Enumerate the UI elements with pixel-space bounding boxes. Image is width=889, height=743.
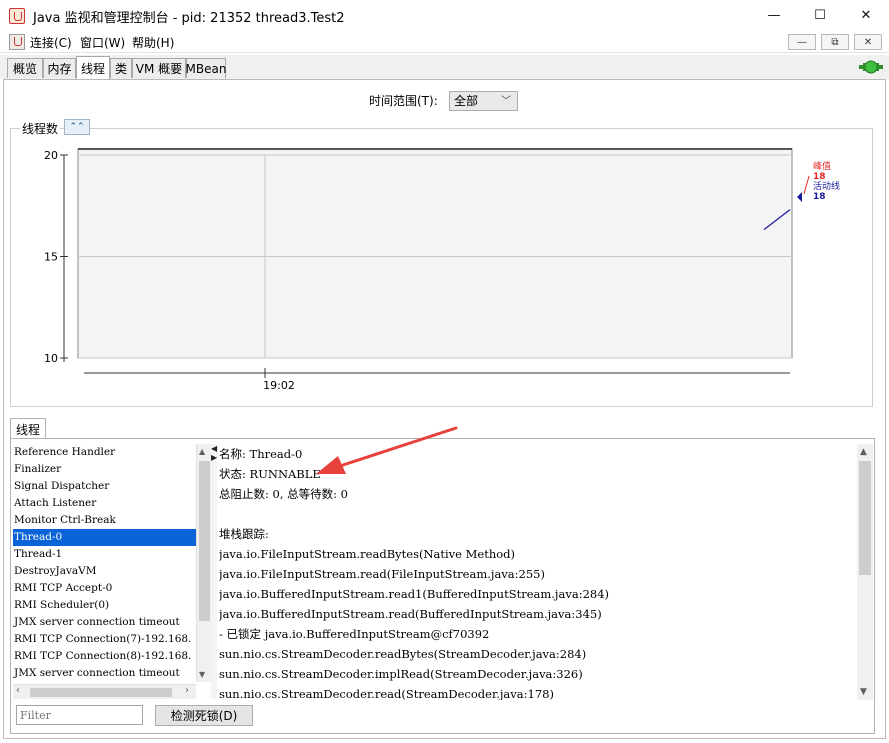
thread-list-item[interactable]: Monitor Ctrl-Break	[13, 512, 196, 529]
thread-count-chart: 20151019:02峰值18活动线程18	[44, 148, 840, 392]
hscroll-thumb[interactable]	[30, 688, 172, 697]
time-range-value: 全部	[454, 94, 479, 108]
scroll-down-icon[interactable]: ▼	[860, 687, 867, 697]
detail-line: sun.nio.cs.StreamDecoder.implRead(Stream…	[219, 667, 583, 681]
thread-list[interactable]: Reference Handler Finalizer Signal Dispatc…	[13, 444, 196, 683]
legend-peak-value: 18	[813, 172, 826, 182]
thread-list-item[interactable]: Reference Handler	[13, 444, 196, 461]
detect-deadlock-button[interactable]: 检测死锁(D)	[155, 705, 253, 726]
thread-list-item[interactable]: RMI TCP Connection(7)-192.168.	[13, 631, 196, 648]
tab-classes[interactable]: 类	[110, 58, 132, 78]
tab-vm-summary[interactable]: VM 概要	[132, 58, 186, 78]
detail-line: java.io.FileInputStream.readBytes(Native…	[219, 547, 516, 561]
thread-list-item[interactable]: RMI TCP Connection(8)-192.168.	[13, 648, 196, 665]
internal-close-button[interactable]: ✕	[854, 34, 882, 50]
tab-bar: 概览 内存 线程 类 VM 概要 MBean	[0, 55, 889, 79]
scroll-left-icon[interactable]: ‹	[16, 685, 20, 696]
scroll-right-icon[interactable]: ›	[185, 685, 189, 696]
split-left-icon[interactable]: ◀	[211, 444, 217, 453]
legend-peak-pointer	[803, 175, 810, 195]
legend-peak-label: 峰值	[813, 160, 831, 172]
scroll-up-icon[interactable]: ▲	[199, 447, 205, 456]
thread-list-item[interactable]: RMI Scheduler(0)	[13, 597, 196, 614]
detail-line: java.io.BufferedInputStream.read(Buffere…	[219, 607, 602, 621]
y-tick-label: 10	[44, 352, 58, 365]
internal-minimize-button[interactable]: —	[788, 34, 816, 50]
thread-count-title: 线程数	[20, 120, 61, 137]
java-app-icon	[9, 8, 25, 24]
thread-detail[interactable]: 名称: Thread-0 状态: RUNNABLE 总阻止数: 0, 总等待数: 0…	[219, 444, 856, 700]
detail-scroll-thumb[interactable]	[859, 461, 871, 575]
window-title: Java 监视和管理控制台 - pid: 21352 thread3.Test2	[33, 11, 345, 26]
close-button[interactable]: ✕	[843, 0, 889, 31]
thread-list-item[interactable]: JMX server connection timeout	[13, 614, 196, 631]
thread-filter-input[interactable]	[16, 705, 143, 725]
connection-status-icon	[859, 60, 883, 74]
menu-window[interactable]: 窗口(W)	[80, 34, 125, 51]
menu-help[interactable]: 帮助(H)	[132, 34, 174, 51]
detail-line: java.io.BufferedInputStream.read1(Buffer…	[219, 587, 610, 601]
thread-list-item[interactable]: JMX server connection timeout	[13, 665, 196, 682]
maximize-button[interactable]: ☐	[797, 0, 843, 31]
detail-line: java.io.FileInputStream.read(FileInputSt…	[219, 567, 545, 581]
split-pane-divider[interactable]: ◀ ▶	[211, 444, 217, 699]
menu-bar: 连接(C) 窗口(W) 帮助(H) — ⧉ ✕	[0, 31, 889, 53]
x-tick-label: 19:02	[263, 379, 295, 392]
detail-line	[219, 504, 856, 524]
thread-list-scrollbar[interactable]: ▲ ▼	[196, 444, 211, 682]
detail-scrollbar[interactable]: ▲ ▼	[857, 444, 873, 700]
thread-list-item[interactable]: Thread-0	[13, 529, 196, 546]
minimize-button[interactable]: —	[751, 0, 797, 31]
legend-live-label: 活动线程	[813, 180, 840, 192]
chevron-down-icon: ﹀	[501, 96, 511, 107]
time-range-select[interactable]: 全部 ﹀	[449, 91, 518, 111]
legend-live-value: 18	[813, 192, 826, 202]
y-tick-label: 20	[44, 149, 58, 162]
y-tick-label: 15	[44, 251, 58, 264]
thread-list-item[interactable]: Signal Dispatcher	[13, 478, 196, 495]
time-range-label: 时间范围(T):	[369, 94, 438, 108]
thread-list-item[interactable]: Finalizer	[13, 461, 196, 478]
tab-overview[interactable]: 概览	[7, 58, 43, 78]
legend-live-marker	[797, 192, 802, 202]
plot-area	[77, 148, 793, 359]
thread-list-item[interactable]: Attach Listener	[13, 495, 196, 512]
tab-memory[interactable]: 内存	[43, 58, 76, 78]
internal-restore-button[interactable]: ⧉	[821, 34, 849, 50]
annotation-arrow	[316, 426, 458, 474]
thread-list-hscrollbar[interactable]: ‹ ›	[13, 684, 196, 699]
tab-mbean[interactable]: MBean	[186, 58, 226, 78]
detail-line: sun.nio.cs.StreamDecoder.readBytes(Strea…	[219, 647, 587, 661]
scroll-down-icon[interactable]: ▼	[199, 670, 205, 679]
thread-list-item[interactable]: RMI TCP Accept-0	[13, 580, 196, 597]
tab-threads[interactable]: 线程	[76, 56, 110, 79]
scroll-thumb[interactable]	[199, 461, 210, 621]
menu-connection[interactable]: 连接(C)	[30, 34, 72, 51]
java-menu-icon[interactable]	[9, 34, 25, 50]
detail-line: - 已锁定 java.io.BufferedInputStream@cf7039…	[219, 627, 490, 641]
detail-line: 总阻止数: 0, 总等待数: 0	[219, 487, 349, 501]
collapse-chart-button[interactable]: ⌃⌃	[64, 119, 90, 135]
scroll-up-icon[interactable]: ▲	[860, 447, 867, 457]
thread-list-item[interactable]: DestroyJavaVM	[13, 563, 196, 580]
split-right-icon[interactable]: ▶	[211, 453, 217, 462]
double-chevron-up-icon: ⌃⌃	[69, 122, 85, 132]
threads-section-tab[interactable]: 线程	[10, 418, 46, 439]
detail-line: 堆栈跟踪:	[219, 527, 269, 541]
thread-list-item[interactable]: Thread-1	[13, 546, 196, 563]
detail-line: sun.nio.cs.StreamDecoder.read(StreamDeco…	[219, 687, 554, 700]
title-bar: Java 监视和管理控制台 - pid: 21352 thread3.Test2…	[0, 0, 889, 31]
